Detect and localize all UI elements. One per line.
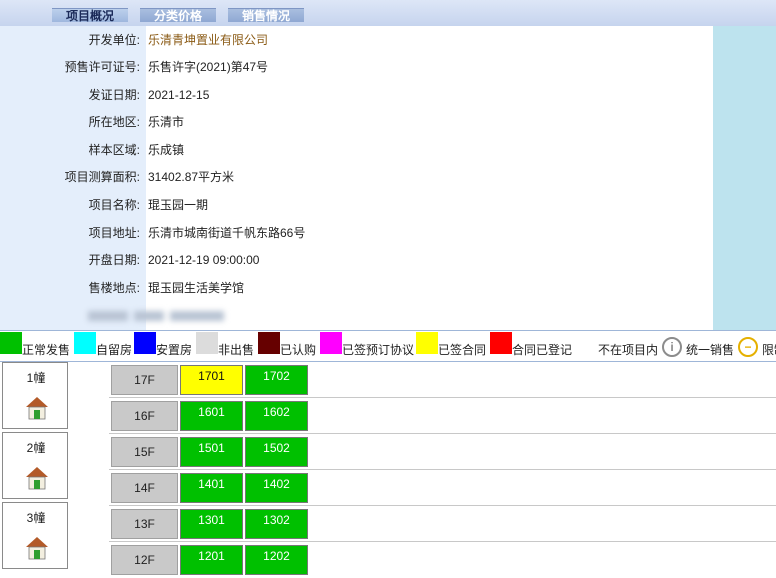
floor-label: 14F [111,473,178,503]
info-row-address: 项目地址: 乐清市城南街道千帆东路66号 [0,220,713,247]
unit-cell[interactable]: 1601 [180,401,243,431]
legend-label: 已签合同 [438,343,487,357]
floor-label: 12F [111,545,178,575]
unit-cell[interactable]: 1202 [245,545,308,575]
legend-swatch [0,332,22,354]
floor-row: 15F 1501 1502 [109,434,776,470]
unit-cell[interactable]: 1701 [180,365,243,395]
legend-label: 不在项目内 [598,343,659,357]
tab-bar: 项目概况 分类价格 销售情况 [0,0,776,26]
info-value: 2021-12-15 [148,88,210,102]
legend-label: 限制 [762,343,776,357]
floor-row: 17F 1701 1702 [109,362,776,398]
info-circle-icon: i [662,337,682,357]
unit-cell[interactable]: 1501 [180,437,243,467]
info-label: 所在地区: [88,115,140,129]
legend-label: 非出售 [218,343,255,357]
info-value: 琨玉园一期 [148,198,209,212]
unit-cell[interactable]: 1401 [180,473,243,503]
info-value: 乐清市城南街道千帆东路66号 [148,226,306,240]
legend-label: 合同已登记 [512,343,573,357]
legend-swatch [258,332,280,354]
floor-label: 15F [111,437,178,467]
info-value: 乐售许字(2021)第47号 [148,60,269,74]
unit-cell[interactable]: 1302 [245,509,308,539]
legend-label: 正常发售 [22,343,71,357]
floor-unit-grid: 17F 1701 1702 16F 1601 1602 15F 1501 150… [109,362,776,575]
floor-label: 16F [111,401,178,431]
legend-swatch [320,332,342,354]
developer-link[interactable]: 乐清青坤置业有限公司 [148,27,268,54]
redacted-row [88,310,238,324]
info-row-sample-area: 样本区域: 乐成镇 [0,137,713,164]
info-value: 乐成镇 [148,143,185,157]
house-icon [26,467,48,490]
building-item[interactable]: 2幢 [2,432,68,499]
legend-label: 已认购 [280,343,317,357]
legend-swatch [576,332,598,354]
building-name: 2幢 [26,441,46,455]
building-item[interactable]: 3幢 [2,502,68,569]
side-panel [713,26,776,330]
legend-swatch [134,332,156,354]
unit-cell[interactable]: 1201 [180,545,243,575]
legend-label: 自留房 [96,343,133,357]
status-legend: 正常发售 自留房 安置房 非出售 已认购 已签预订协议 已签合同 合同已登记 不… [0,330,776,362]
info-row-issue-date: 发证日期: 2021-12-15 [0,82,713,109]
unit-cell[interactable]: 1602 [245,401,308,431]
info-label: 开盘日期: [88,253,140,267]
tab-project-overview[interactable]: 项目概况 [52,8,128,23]
info-row-area: 项目测算面积: 31402.87平方米 [0,164,713,191]
building-name: 1幢 [26,371,46,385]
info-row-permit: 预售许可证号: 乐售许字(2021)第47号 [0,54,713,81]
info-label: 项目测算面积: [64,170,140,184]
tab-category-price[interactable]: 分类价格 [140,8,216,23]
floor-label: 13F [111,509,178,539]
floor-row: 14F 1401 1402 [109,470,776,506]
unit-cell[interactable]: 1502 [245,437,308,467]
info-row-sales-office: 售楼地点: 琨玉园生活美学馆 [0,275,713,302]
unit-cell[interactable]: 1301 [180,509,243,539]
info-row-developer: 开发单位: 乐清青坤置业有限公司 [0,27,713,54]
house-icon [26,537,48,560]
legend-label: 安置房 [156,343,193,357]
info-row-project-name: 项目名称: 琨玉园一期 [0,192,713,219]
info-row-open-date: 开盘日期: 2021-12-19 09:00:00 [0,247,713,274]
legend-swatch [196,332,218,354]
info-label: 项目地址: [88,226,140,240]
info-label: 发证日期: [88,88,140,102]
info-value: 琨玉园生活美学馆 [148,281,245,295]
legend-swatch [490,332,512,354]
legend-label: 统一销售 [686,343,735,357]
info-label: 样本区域: [88,143,140,157]
info-label: 项目名称: [88,198,140,212]
building-item[interactable]: 1幢 [2,362,68,429]
house-icon [26,397,48,420]
project-info-panel: 开发单位: 乐清青坤置业有限公司 预售许可证号: 乐售许字(2021)第47号 … [0,26,776,330]
tab-sales-status[interactable]: 销售情况 [228,8,304,23]
info-label: 开发单位: [88,33,140,47]
floor-row: 13F 1301 1302 [109,506,776,542]
info-value: 2021-12-19 09:00:00 [148,253,260,267]
legend-label: 已签预订协议 [342,343,415,357]
unit-cell[interactable]: 1402 [245,473,308,503]
info-value: 乐清市 [148,115,185,129]
floor-row: 12F 1201 1202 [109,542,776,578]
unit-cell[interactable]: 1702 [245,365,308,395]
info-label: 售楼地点: [88,281,140,295]
info-label: 预售许可证号: [64,60,140,74]
legend-swatch [416,332,438,354]
info-value: 31402.87平方米 [148,170,235,184]
floor-row: 16F 1601 1602 [109,398,776,434]
building-list: 1幢 2幢 3幢 [0,362,70,572]
building-name: 3幢 [26,511,46,525]
minus-circle-icon: − [738,337,758,357]
info-row-district: 所在地区: 乐清市 [0,109,713,136]
floor-label: 17F [111,365,178,395]
legend-swatch [74,332,96,354]
